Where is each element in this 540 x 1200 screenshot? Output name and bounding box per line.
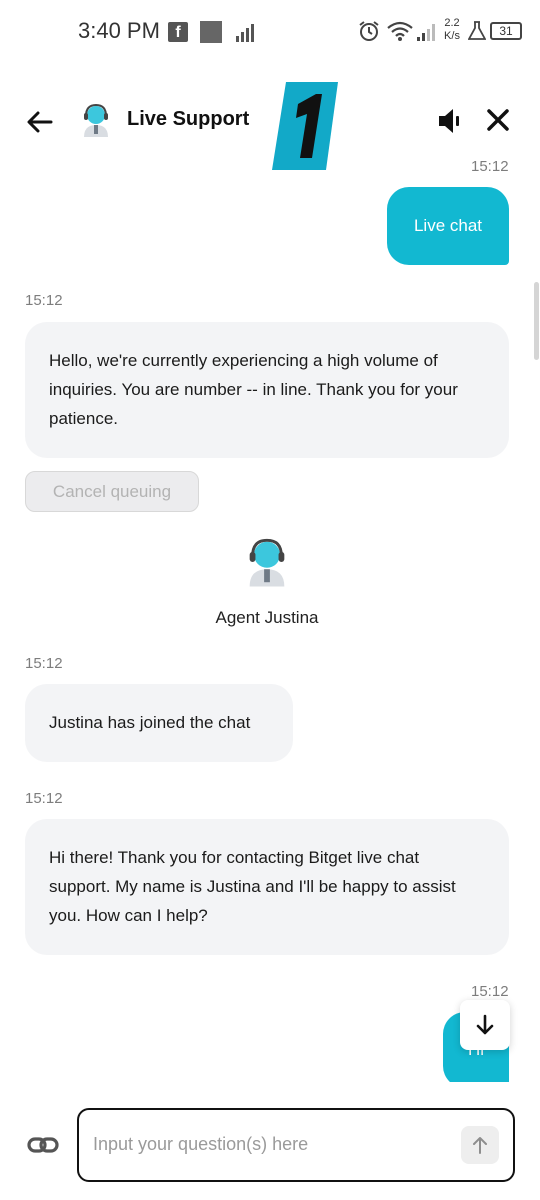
message-composer <box>0 1100 540 1200</box>
battery-icon: 31 <box>490 22 522 40</box>
scroll-to-bottom-button[interactable] <box>460 1000 510 1050</box>
message-timestamp: 15:12 <box>25 790 63 807</box>
incoming-message: Hello, we're currently experiencing a hi… <box>25 322 509 458</box>
signal-icon <box>417 24 435 41</box>
question-input[interactable] <box>93 1126 453 1162</box>
chat-messages[interactable]: 15:12 Live chat 15:12 Hello, we're curre… <box>0 152 540 1082</box>
network-speed-value: 2.2 <box>444 17 460 29</box>
arrow-up-icon <box>473 1137 487 1154</box>
message-text: Live chat <box>413 216 483 235</box>
message-text: Justina has joined the chat <box>49 713 251 732</box>
agent-name: Agent Justina <box>215 608 319 627</box>
send-button[interactable] <box>461 1126 499 1164</box>
chat-scrollbar[interactable] <box>534 282 539 360</box>
network-speed: 2.2 K/s <box>440 17 464 43</box>
status-bar: 3:40 PM f 2.2 K/s 31 <box>0 0 540 62</box>
incoming-message: Hi there! Thank you for contacting Bitge… <box>25 819 509 955</box>
outgoing-message: Live chat <box>387 187 509 265</box>
facebook-icon: f <box>168 22 188 42</box>
wifi-icon <box>387 21 413 41</box>
network-speed-unit: K/s <box>444 30 460 42</box>
sound-on-icon[interactable] <box>436 106 466 136</box>
chat-header: Live Support <box>0 82 540 170</box>
incoming-message: Justina has joined the chat <box>25 684 293 762</box>
status-time: 3:40 PM <box>78 18 160 43</box>
message-timestamp: 15:12 <box>25 292 63 309</box>
message-text: Hello, we're currently experiencing a hi… <box>49 351 458 428</box>
message-timestamp: 15:12 <box>471 983 509 1000</box>
arrow-down-icon <box>476 1014 494 1035</box>
message-timestamp: 15:12 <box>471 158 509 175</box>
link-icon[interactable] <box>26 1128 60 1162</box>
chart-icon <box>236 24 254 42</box>
square-icon <box>200 21 222 43</box>
page-title: Live Support <box>127 108 250 130</box>
back-arrow-icon[interactable] <box>24 106 56 138</box>
agent-avatar-icon <box>249 538 285 587</box>
flask-icon <box>468 21 486 40</box>
question-input-box <box>77 1108 515 1182</box>
message-text: Hi there! Thank you for contacting Bitge… <box>49 848 456 925</box>
cancel-queuing-button[interactable]: Cancel queuing <box>25 471 199 512</box>
message-timestamp: 15:12 <box>25 655 63 672</box>
agent-avatar-icon <box>84 103 108 137</box>
close-icon[interactable] <box>484 106 512 134</box>
alarm-icon <box>359 21 379 41</box>
